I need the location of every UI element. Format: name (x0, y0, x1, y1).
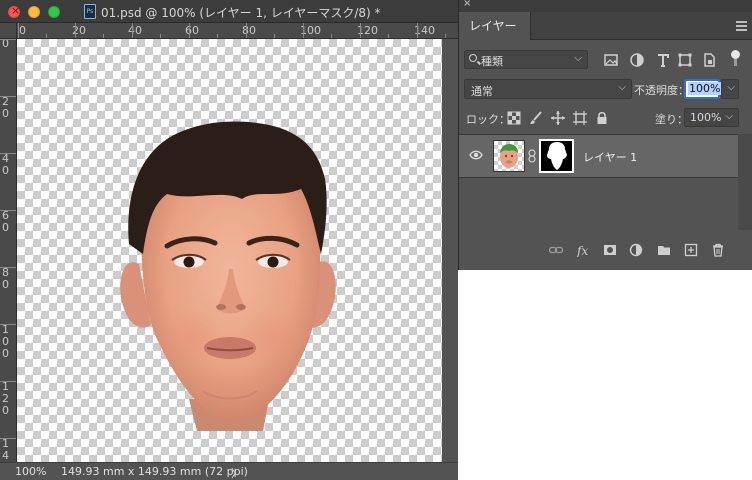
fill-value: 100% (690, 111, 722, 124)
svg-text:fx: fx (577, 244, 588, 257)
lock-label: ロック： (466, 113, 510, 126)
layers-scrollbar[interactable] (738, 134, 752, 230)
panel-close-button[interactable]: × (463, 0, 471, 9)
ruler-label: 60 (185, 24, 199, 37)
chevron-down-icon: ⌵ (727, 82, 735, 93)
app-screen: Ps 01.psd @ 100% (レイヤー 1, レイヤーマスク/8) * 0… (0, 0, 752, 480)
horizontal-ruler[interactable]: 0 20 40 60 80 100 120 140 (17, 23, 458, 39)
document-size: 149.93 mm x 149.93 mm (72 ppi) (61, 465, 248, 478)
document-window: Ps 01.psd @ 100% (レイヤー 1, レイヤーマスク/8) * 0… (0, 0, 458, 480)
add-mask-icon[interactable] (603, 243, 617, 257)
lock-all-icon[interactable] (595, 111, 609, 125)
ruler-label: 0 (2, 39, 9, 50)
ruler-label: 2 0 (2, 95, 9, 120)
window-close-button[interactable] (8, 4, 20, 18)
new-group-folder-icon[interactable] (657, 243, 671, 257)
filter-toggle-switch[interactable] (731, 50, 740, 66)
layer-filter-select[interactable]: 種類 ⌵ (464, 50, 588, 69)
panel-bottom-toolbar: fx (459, 236, 752, 264)
status-menu-arrow[interactable]: 〉 (231, 465, 242, 480)
opacity-input[interactable]: 100% (684, 79, 722, 99)
layer-mask-thumbnail[interactable] (539, 139, 574, 173)
panel-tabbar: レイヤー (459, 12, 752, 40)
ruler-label: 4 0 (2, 152, 9, 177)
layer-name[interactable]: レイヤー 1 (583, 149, 637, 165)
new-layer-icon[interactable] (684, 243, 698, 257)
new-adjustment-layer-icon[interactable] (629, 243, 643, 257)
opacity-label: 不透明度： (634, 84, 689, 97)
face-image (120, 121, 336, 431)
ruler-origin[interactable] (0, 23, 17, 39)
ruler-label: 1 4 (2, 437, 9, 462)
type-layer-filter-icon[interactable] (655, 52, 671, 68)
opacity-dropdown-button[interactable]: ⌵ (721, 79, 739, 99)
canvas[interactable] (17, 39, 458, 462)
layer-row[interactable]: レイヤー 1 (459, 134, 738, 178)
pixel-layer-filter-icon[interactable] (603, 52, 619, 68)
document-title: 01.psd @ 100% (レイヤー 1, レイヤーマスク/8) * (101, 6, 381, 20)
chevron-down-icon: ⌵ (574, 53, 582, 64)
link-layers-icon[interactable] (549, 243, 563, 257)
document-titlebar: Ps 01.psd @ 100% (レイヤー 1, レイヤーマスク/8) * (0, 0, 458, 23)
status-bar: 100% 149.93 mm x 149.93 mm (72 ppi) 〉 (0, 462, 458, 480)
ruler-label: 80 (242, 24, 256, 37)
delete-layer-icon[interactable] (711, 243, 725, 257)
opacity-value: 100% (688, 82, 722, 95)
tab-layers[interactable]: レイヤー (459, 12, 531, 40)
layers-panel: × レイヤー 種類 ⌵ 通常 ⌵ 不透明度： 100% ⌵ ロック： 塗り： 1… (458, 0, 752, 270)
smart-object-filter-icon[interactable] (701, 52, 717, 68)
layer-thumbnail[interactable] (493, 140, 525, 172)
ruler-label: 1 2 0 (2, 380, 9, 417)
chevron-down-icon: ⌵ (725, 111, 733, 122)
adjustment-layer-filter-icon[interactable] (629, 52, 645, 68)
blend-mode-value: 通常 (471, 85, 493, 98)
shape-layer-filter-icon[interactable] (677, 52, 693, 68)
ruler-label: 6 0 (2, 209, 9, 234)
blend-mode-select[interactable]: 通常 ⌵ (464, 79, 632, 99)
lock-image-pixels-icon[interactable] (529, 111, 543, 125)
mask-link-icon[interactable] (528, 149, 536, 163)
search-icon (469, 54, 477, 62)
vertical-ruler[interactable]: 0 2 0 4 0 6 0 8 0 1 0 0 1 2 0 1 4 (0, 39, 17, 462)
zoom-level[interactable]: 100% (15, 465, 46, 478)
lock-transparent-pixels-icon[interactable] (507, 111, 521, 125)
psd-file-icon: Ps (84, 4, 96, 19)
fill-input[interactable]: 100% ⌵ (684, 108, 739, 127)
ruler-label: 0 (19, 24, 26, 37)
canvas-margin (442, 39, 458, 462)
layer-style-fx-icon[interactable]: fx (577, 243, 591, 257)
filter-kind-label: 種類 (481, 55, 503, 68)
panel-menu-icon[interactable] (736, 21, 747, 31)
ruler-label: 40 (128, 24, 142, 37)
lock-artboard-icon[interactable] (573, 111, 587, 125)
visibility-eye-icon[interactable] (469, 150, 483, 160)
ruler-label: 1 0 0 (2, 323, 9, 360)
chevron-down-icon: ⌵ (618, 82, 626, 93)
lock-position-icon[interactable] (551, 111, 565, 125)
panel-header: × (459, 0, 752, 12)
window-zoom-button[interactable] (48, 6, 60, 18)
ruler-label: 8 0 (2, 266, 9, 291)
window-minimize-button[interactable] (28, 6, 40, 18)
desktop-background (458, 270, 752, 480)
